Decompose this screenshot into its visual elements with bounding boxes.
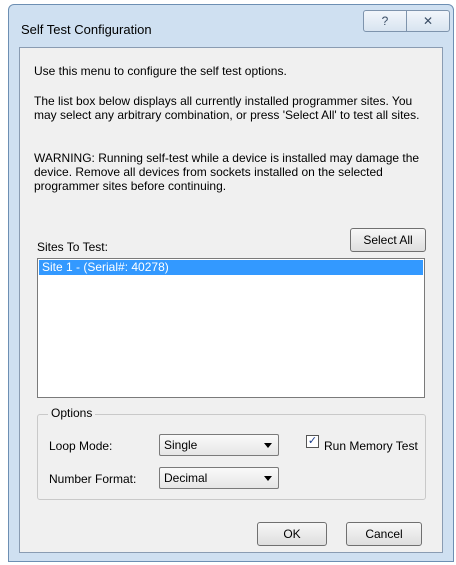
- options-title: Options: [48, 406, 96, 420]
- sites-label: Sites To Test:: [37, 240, 108, 254]
- chevron-down-icon: [264, 443, 272, 448]
- window-title: Self Test Configuration: [21, 22, 152, 37]
- checkmark-icon: ✓: [307, 435, 318, 447]
- loop-mode-value: Single: [164, 438, 198, 452]
- cancel-button[interactable]: Cancel: [346, 522, 422, 546]
- title-bar[interactable]: Self Test Configuration ? ✕: [9, 5, 453, 47]
- dialog-window: Self Test Configuration ? ✕ Use this men…: [8, 4, 454, 562]
- close-button[interactable]: ✕: [406, 10, 450, 32]
- help-icon: ?: [381, 14, 389, 28]
- intro-text: Use this menu to configure the self test…: [34, 64, 287, 78]
- close-icon: ✕: [422, 14, 434, 28]
- number-format-label: Number Format:: [49, 472, 137, 486]
- number-format-select[interactable]: Decimal: [159, 467, 279, 489]
- help-button[interactable]: ?: [363, 10, 407, 32]
- dialog-body: Use this menu to configure the self test…: [19, 47, 443, 553]
- run-memory-test-label: Run Memory Test: [324, 439, 418, 453]
- number-format-value: Decimal: [164, 471, 208, 485]
- loop-mode-label: Loop Mode:: [49, 439, 113, 453]
- ok-button[interactable]: OK: [257, 522, 327, 546]
- list-info-text: The list box below displays all currentl…: [34, 94, 420, 122]
- list-item[interactable]: Site 1 - (Serial#: 40278): [39, 260, 423, 275]
- loop-mode-select[interactable]: Single: [159, 434, 279, 456]
- warning-text: WARNING: Running self-test while a devic…: [34, 151, 420, 193]
- sites-listbox[interactable]: Site 1 - (Serial#: 40278): [37, 258, 425, 398]
- select-all-button[interactable]: Select All: [350, 228, 426, 252]
- run-memory-test-checkbox[interactable]: ✓: [306, 435, 319, 448]
- chevron-down-icon: [264, 476, 272, 481]
